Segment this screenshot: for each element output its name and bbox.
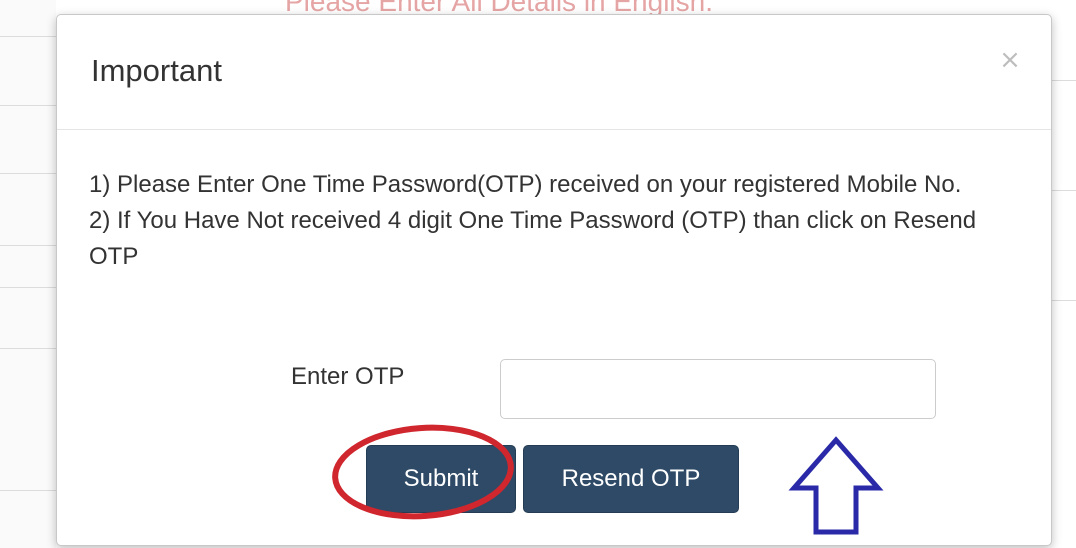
instructions: 1) Please Enter One Time Password(OTP) r…: [89, 167, 1009, 275]
otp-input[interactable]: [500, 359, 936, 419]
close-button[interactable]: ×: [995, 45, 1025, 75]
bg-divider: [0, 490, 56, 491]
bg-divider: [1052, 300, 1076, 301]
resend-otp-button[interactable]: Resend OTP: [523, 445, 739, 513]
page-background-edge: [0, 0, 56, 548]
bg-divider: [0, 105, 56, 106]
instruction-1: 1) Please Enter One Time Password(OTP) r…: [89, 171, 962, 198]
otp-modal: Important × 1) Please Enter One Time Pas…: [56, 14, 1052, 546]
submit-button[interactable]: Submit: [366, 445, 516, 513]
instruction-2: 2) If You Have Not received 4 digit One …: [89, 207, 977, 270]
bg-divider: [0, 287, 56, 288]
bg-divider: [0, 245, 56, 246]
bg-divider: [0, 173, 56, 174]
bg-divider: [0, 348, 56, 349]
otp-label: Enter OTP: [291, 363, 405, 390]
modal-title: Important: [91, 53, 222, 88]
bg-divider: [1052, 190, 1076, 191]
modal-header: Important ×: [57, 15, 1051, 130]
bg-divider: [0, 36, 56, 37]
bg-divider: [1052, 80, 1076, 81]
